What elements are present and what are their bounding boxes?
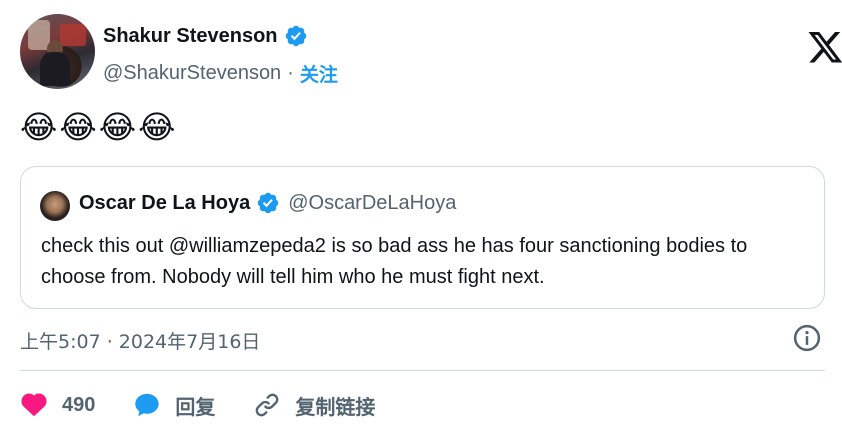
tweet-header: Shakur Stevenson @ShakurStevenson · 关注: [20, 14, 842, 94]
link-icon: [256, 393, 279, 417]
like-button[interactable]: 490: [20, 391, 95, 419]
tweet-timestamp[interactable]: 上午5:07 · 2024年7月16日: [20, 327, 260, 354]
follow-button[interactable]: 关注: [300, 60, 338, 87]
author-avatar[interactable]: [20, 14, 95, 89]
reply-label: 回复: [175, 394, 216, 419]
quoted-tweet-text: check this out @williamzepeda2 is so bad…: [41, 235, 748, 288]
quoted-author-row: Oscar De La Hoya @OscarDeLaHoya: [79, 191, 456, 215]
verified-badge-icon: [257, 192, 279, 214]
verified-badge-icon: [285, 25, 306, 47]
copy-link-label: 复制链接: [295, 394, 376, 419]
reply-button[interactable]: 回复: [133, 391, 215, 420]
x-logo-icon[interactable]: [808, 32, 842, 64]
info-icon[interactable]: [792, 323, 822, 353]
like-count: 490: [62, 393, 96, 416]
author-name-row: Shakur Stevenson: [103, 24, 308, 48]
heart-icon: [21, 393, 47, 416]
tweet-text: 😂😂😂😂: [20, 109, 178, 145]
author-handle-row: @ShakurStevenson · 关注: [103, 60, 338, 87]
quoted-tweet-card[interactable]: Oscar De La Hoya @OscarDeLaHoya check th…: [20, 166, 825, 309]
author-handle[interactable]: @ShakurStevenson: [103, 62, 281, 85]
separator-dot: ·: [287, 62, 294, 84]
quoted-author-avatar[interactable]: [40, 191, 70, 221]
author-display-name[interactable]: Shakur Stevenson: [103, 25, 278, 48]
speech-bubble-icon: [135, 393, 160, 417]
quoted-display-name: Oscar De La Hoya: [79, 191, 251, 214]
divider: [20, 370, 825, 371]
action-bar: 490 回复 复制链接: [20, 386, 413, 424]
copy-link-button[interactable]: 复制链接: [253, 391, 375, 420]
quoted-handle: @OscarDeLaHoya: [288, 191, 457, 214]
